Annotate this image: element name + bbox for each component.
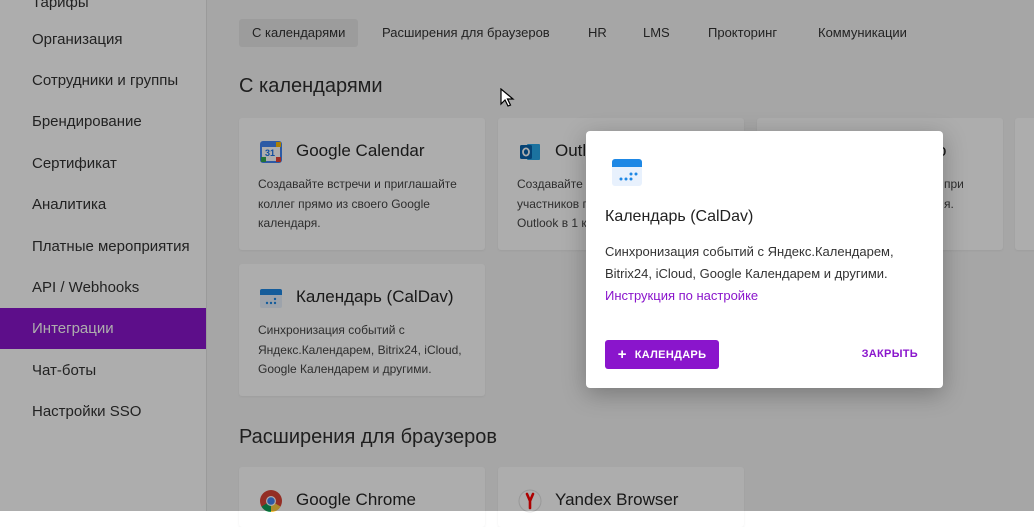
close-button[interactable]: ЗАКРЫТЬ — [862, 340, 918, 369]
calendar-icon — [611, 156, 643, 188]
add-calendar-button[interactable]: + КАЛЕНДАРЬ — [605, 340, 719, 369]
setup-instructions-link[interactable]: Инструкция по настройке — [605, 288, 758, 303]
dialog-description: Синхронизация событий с Яндекс.Календаре… — [605, 244, 894, 281]
add-calendar-label: КАЛЕНДАРЬ — [634, 349, 707, 361]
plus-icon: + — [617, 346, 627, 363]
caldav-dialog: Календарь (CalDav) Синхронизация событий… — [586, 131, 943, 388]
mouse-cursor-icon — [500, 87, 516, 113]
dialog-title: Календарь (CalDav) — [605, 208, 754, 225]
